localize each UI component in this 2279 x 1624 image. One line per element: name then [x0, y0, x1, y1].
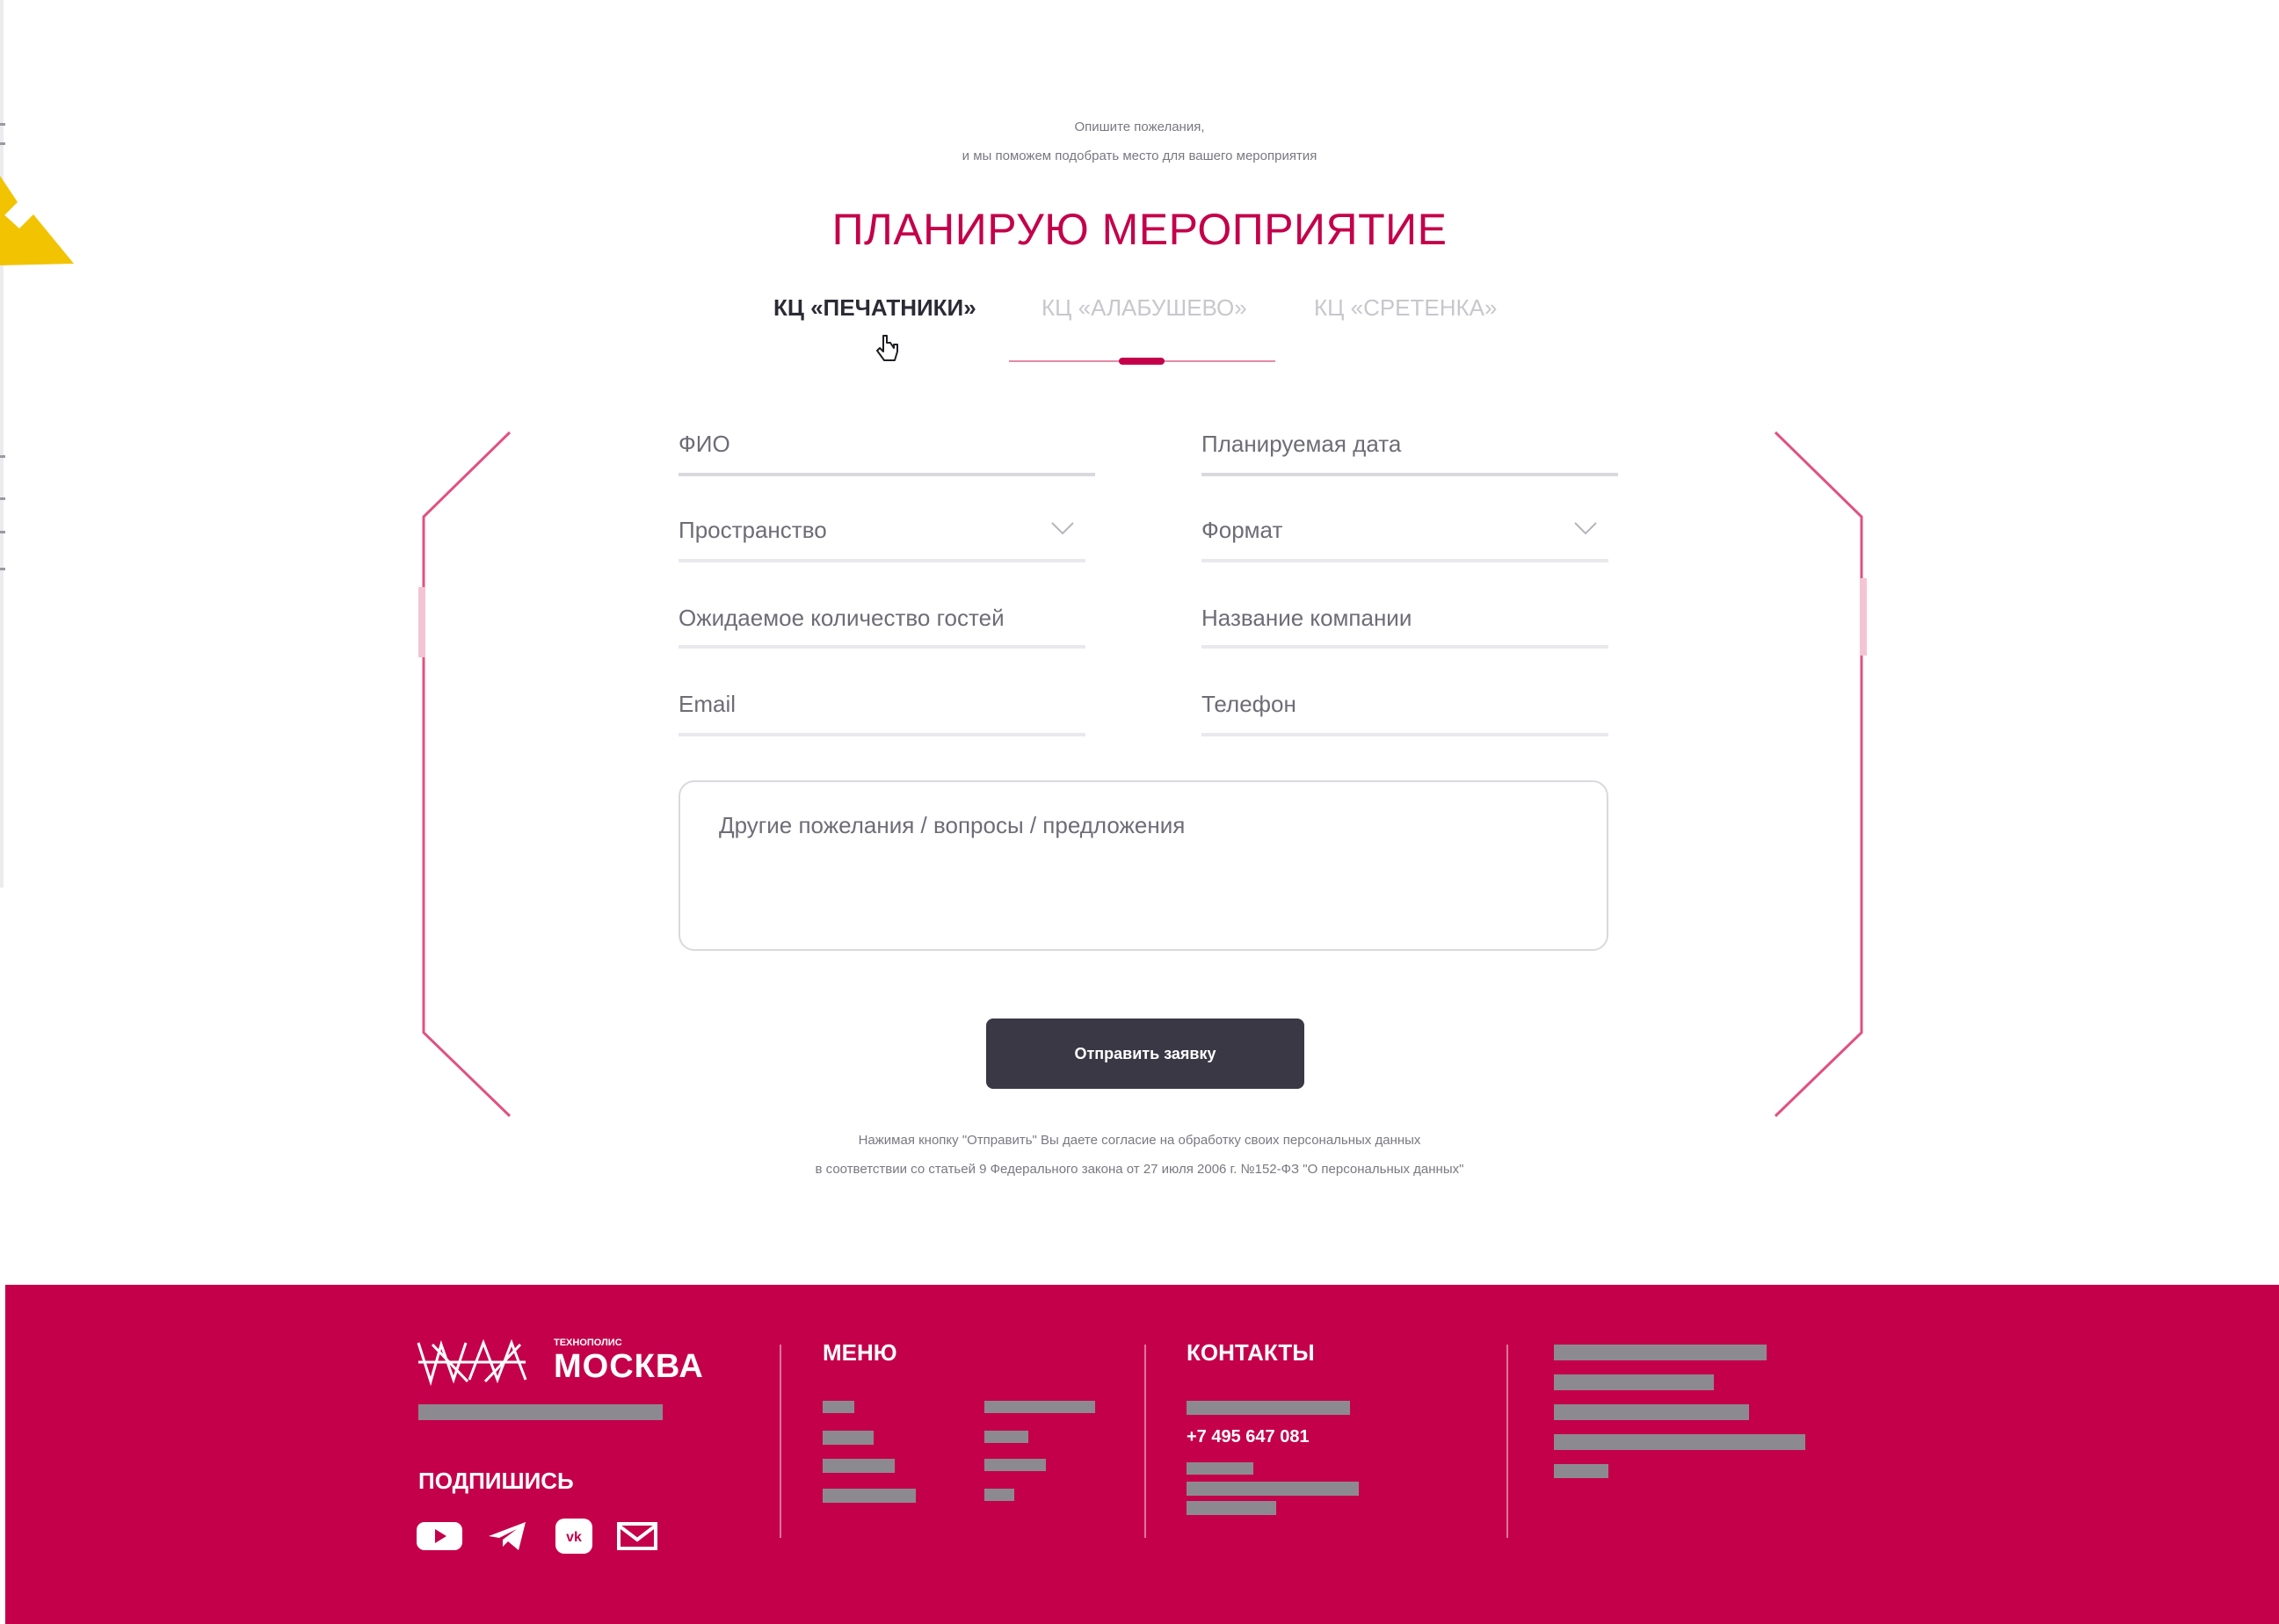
space-underline [679, 559, 1085, 562]
email-label: Email [679, 691, 737, 717]
hand-cursor-icon [876, 335, 898, 361]
menu-link-redacted[interactable] [984, 1431, 1028, 1443]
format-label: Формат [1201, 517, 1283, 543]
fio-underline [679, 473, 1095, 476]
date-field[interactable]: Планируемая дата [1201, 431, 1618, 476]
footer-info-redacted [1554, 1374, 1714, 1390]
footer-divider-1 [780, 1345, 781, 1538]
contact-line-redacted [1187, 1482, 1359, 1496]
company-label: Название компании [1201, 605, 1412, 631]
intro-text: Опишите пожелания, и мы поможем подобрат… [0, 112, 2279, 170]
footer-info-redacted [1554, 1404, 1749, 1420]
logo-caption-redacted [418, 1404, 663, 1420]
contact-line-redacted [1187, 1501, 1276, 1515]
contact-address-redacted [1187, 1401, 1350, 1415]
subscribe-heading: ПОДПИШИСЬ [418, 1468, 574, 1494]
page-title: ПЛАНИРУЮ МЕРОПРИЯТИЕ [831, 205, 1448, 254]
chevron-down-icon [1051, 522, 1074, 535]
guests-underline [679, 645, 1085, 649]
menu-link-redacted[interactable] [984, 1459, 1046, 1471]
format-select[interactable]: Формат [1201, 517, 1608, 562]
footer-info-redacted [1554, 1464, 1608, 1478]
space-label: Пространство [679, 517, 827, 543]
phone-label: Телефон [1201, 691, 1296, 717]
footer-divider-2 [1144, 1345, 1146, 1538]
tab-alabushevo[interactable]: КЦ «АЛАБУШЕВО» [1042, 294, 1247, 322]
phone-underline [1201, 733, 1608, 736]
fio-label: ФИО [679, 431, 730, 457]
consent-line-2: в соответствии со статьей 9 Федерального… [815, 1162, 1464, 1177]
telegram-icon[interactable] [485, 1519, 531, 1554]
contacts-heading: КОНТАКТЫ [1187, 1339, 1315, 1366]
company-underline [1201, 645, 1608, 649]
menu-link-redacted[interactable] [823, 1489, 916, 1503]
submit-button[interactable]: Отправить заявку [986, 1019, 1304, 1089]
vk-icon[interactable]: vk [552, 1519, 598, 1554]
guests-label: Ожидаемое количество гостей [679, 605, 1005, 631]
svg-text:vk: vk [566, 1530, 582, 1545]
tab-indicator [1119, 358, 1165, 365]
footer-info-redacted [1554, 1434, 1805, 1450]
footer-info-redacted [1554, 1345, 1767, 1360]
menu-heading: МЕНЮ [823, 1339, 897, 1366]
logo-small-text: ТЕХНОПОЛИС [554, 1338, 622, 1348]
youtube-icon[interactable] [417, 1519, 462, 1554]
format-underline [1201, 559, 1608, 562]
email-underline [679, 733, 1085, 736]
tab-sretenka[interactable]: КЦ «СРЕТЕНКА» [1314, 294, 1497, 322]
menu-link-redacted[interactable] [984, 1489, 1014, 1501]
fio-field[interactable]: ФИО [679, 431, 1095, 476]
footer-divider-3 [1506, 1345, 1508, 1538]
mail-icon[interactable] [615, 1519, 661, 1554]
company-field[interactable]: Название компании [1201, 605, 1608, 649]
menu-link-redacted[interactable] [984, 1401, 1095, 1413]
intro-line-2: и мы поможем подобрать место для вашего … [962, 149, 1317, 163]
date-label: Планируемая дата [1201, 431, 1402, 457]
consent-line-1: Нажимая кнопку "Отправить" Вы даете согл… [858, 1133, 1421, 1148]
email-field[interactable]: Email [679, 691, 1085, 736]
contact-line-redacted [1187, 1462, 1253, 1475]
space-select[interactable]: Пространство [679, 517, 1085, 562]
menu-link-redacted[interactable] [823, 1459, 895, 1473]
contact-phone[interactable]: +7 495 647 081 [1187, 1427, 1310, 1447]
date-underline [1201, 473, 1618, 476]
comments-textarea[interactable]: Другие пожелания / вопросы / предложения [679, 780, 1608, 951]
logo-main-text: МОСКВА [554, 1348, 704, 1385]
intro-line-1: Опишите пожелания, [1074, 120, 1205, 134]
comments-placeholder: Другие пожелания / вопросы / предложения [719, 812, 1186, 838]
chevron-down-icon [1574, 522, 1597, 535]
phone-field[interactable]: Телефон [1201, 691, 1608, 736]
logo-mark-icon [417, 1338, 527, 1387]
menu-link-redacted[interactable] [823, 1431, 874, 1445]
guests-field[interactable]: Ожидаемое количество гостей [679, 605, 1085, 649]
menu-link-redacted[interactable] [823, 1401, 854, 1413]
consent-text: Нажимая кнопку "Отправить" Вы даете согл… [0, 1126, 2279, 1184]
tab-pechatniki[interactable]: КЦ «ПЕЧАТНИКИ» [773, 294, 976, 322]
footer [5, 1285, 2279, 1624]
